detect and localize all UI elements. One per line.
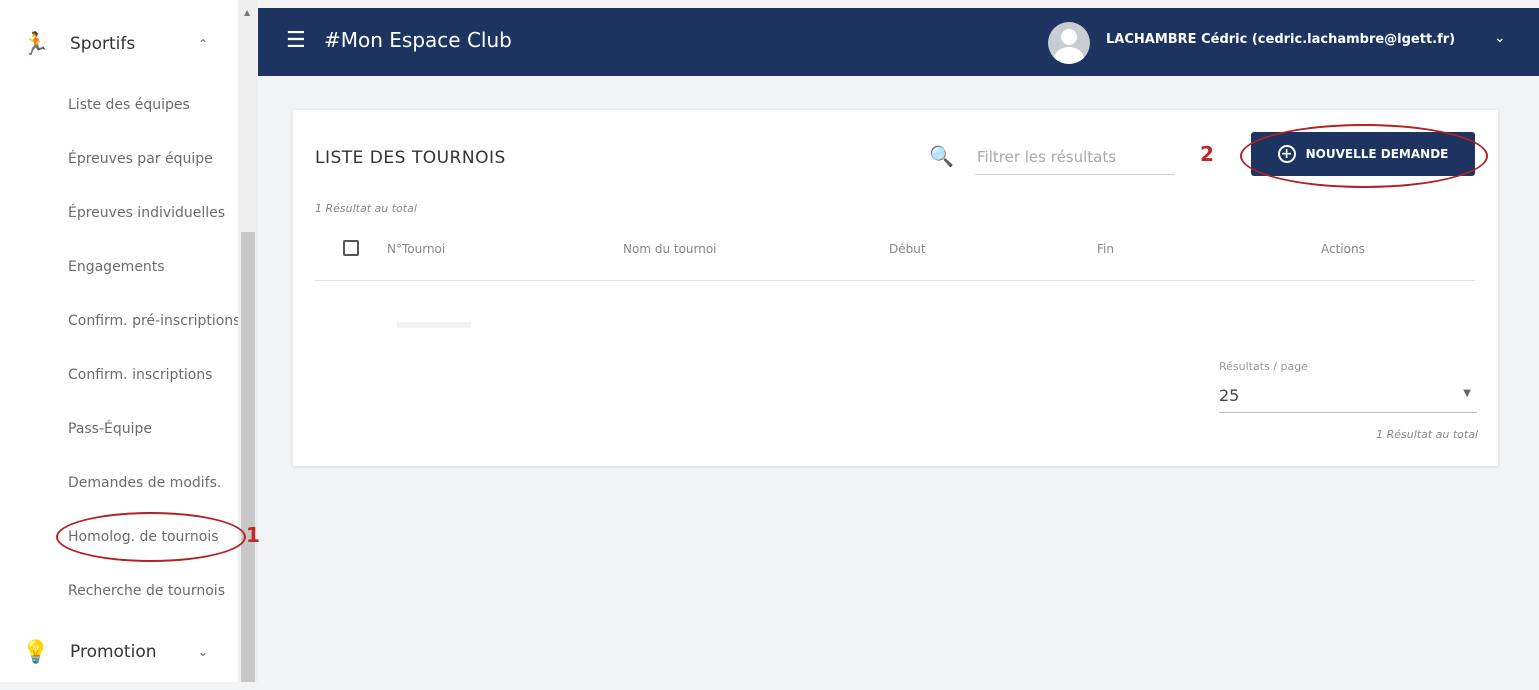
sidebar-item-epreuves-equipe[interactable]: Épreuves par équipe [68, 132, 238, 186]
sidebar-item-liste-equipes[interactable]: Liste des équipes [68, 78, 238, 132]
annotation-oval-2 [1240, 124, 1488, 188]
avatar-head [1061, 29, 1077, 45]
sidebar-section-sportifs[interactable]: 🏃 Sportifs ⌃ [0, 6, 238, 82]
chevron-up-icon: ⌃ [198, 37, 209, 51]
per-page-select[interactable]: 25 ▼ [1219, 380, 1477, 413]
per-page-value: 25 [1219, 386, 1240, 405]
result-count-bottom: 1 Résultat au total [1376, 428, 1478, 441]
column-header-fin[interactable]: Fin [1097, 242, 1114, 256]
sidebar-item-demandes-modifs[interactable]: Demandes de modifs. [68, 456, 238, 510]
hamburger-menu-icon[interactable]: ☰ [286, 28, 306, 53]
dropdown-arrow-icon: ▼ [1463, 388, 1471, 399]
sidebar-item-epreuves-individuelles[interactable]: Épreuves individuelles [68, 186, 238, 240]
per-page-label: Résultats / page [1219, 360, 1308, 373]
column-header-debut[interactable]: Début [889, 242, 926, 256]
chevron-down-icon[interactable]: ⌄ [1494, 30, 1506, 46]
sidebar-item-engagements[interactable]: Engagements [68, 240, 238, 294]
chevron-down-icon: ⌄ [198, 645, 209, 659]
sidebar-section-label: Promotion [70, 642, 157, 662]
avatar[interactable] [1048, 22, 1090, 64]
lightbulb-icon: 💡 [22, 639, 50, 665]
column-header-actions: Actions [1321, 242, 1365, 256]
runner-icon: 🏃 [22, 31, 50, 57]
user-name[interactable]: LACHAMBRE Cédric (cedric.lachambre@lgett… [1106, 32, 1455, 47]
top-header: ☰ #Mon Espace Club LACHAMBRE Cédric (ced… [258, 8, 1539, 76]
sidebar-section-promotion[interactable]: 💡 Promotion ⌄ [0, 614, 238, 690]
table-header: N°Tournoi Nom du tournoi Début Fin Actio… [315, 228, 1475, 281]
scroll-up-arrow-icon[interactable]: ▲ [244, 8, 250, 17]
annotation-oval-1 [56, 512, 246, 562]
app-title: #Mon Espace Club [324, 28, 512, 52]
sidebar-item-confirm-inscriptions[interactable]: Confirm. inscriptions [68, 348, 238, 402]
sidebar-item-recherche-tournois[interactable]: Recherche de tournois [68, 564, 238, 618]
result-count-top: 1 Résultat au total [315, 202, 417, 215]
search-icon: 🔍 [929, 144, 954, 168]
annotation-number-2: 2 [1200, 142, 1214, 166]
table-row [397, 322, 471, 328]
sidebar-scrollbar-thumb[interactable] [241, 232, 255, 682]
search-input[interactable] [975, 140, 1175, 175]
avatar-body [1054, 47, 1084, 64]
annotation-number-1: 1 [246, 523, 260, 547]
column-header-num-tournoi[interactable]: N°Tournoi [387, 242, 445, 256]
column-header-nom-tournoi[interactable]: Nom du tournoi [623, 242, 717, 256]
sidebar-section-label: Sportifs [70, 34, 136, 54]
sidebar-item-confirm-preinscriptions[interactable]: Confirm. pré-inscriptions [68, 294, 238, 348]
select-all-checkbox[interactable] [343, 240, 359, 256]
sidebar-item-pass-equipe[interactable]: Pass-Équipe [68, 402, 238, 456]
page-title: LISTE DES TOURNOIS [315, 148, 506, 168]
sidebar: 🏃 Sportifs ⌃ Liste des équipes Épreuves … [0, 0, 258, 682]
